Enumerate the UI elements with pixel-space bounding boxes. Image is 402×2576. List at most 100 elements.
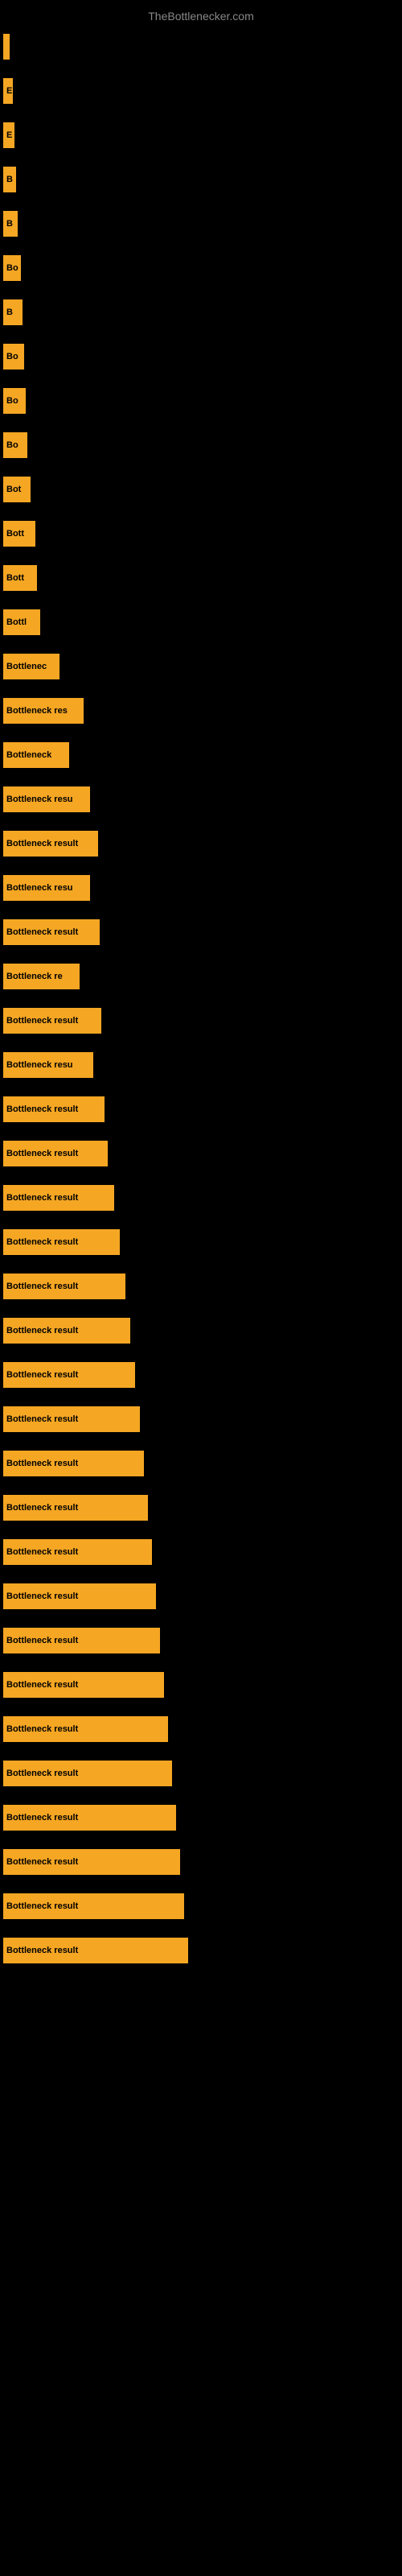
bar-row: Bot <box>0 467 402 511</box>
bar-label: B <box>6 175 13 184</box>
bar-label: Bottleneck result <box>6 1946 78 1955</box>
bar-row: E <box>0 68 402 113</box>
bar-row: Bottleneck re <box>0 954 402 998</box>
bar-label: Bo <box>6 263 18 273</box>
bar-row: Bottlenec <box>0 644 402 688</box>
bar-label: Bottl <box>6 617 27 627</box>
bar-label: Bo <box>6 396 18 406</box>
bar-label: Bottleneck result <box>6 1813 78 1823</box>
bar-label: Bottleneck result <box>6 1016 78 1026</box>
result-bar: Bo <box>3 388 26 414</box>
bar-row: Bottleneck result <box>0 1530 402 1574</box>
bar-label: Bottleneck result <box>6 1724 78 1734</box>
bar-row: B <box>0 157 402 201</box>
result-bar: B <box>3 211 18 237</box>
bar-row: Bottleneck result <box>0 1751 402 1795</box>
bar-row: Bottleneck result <box>0 821 402 865</box>
bars-container: E E B B Bo B Bo Bo Bo Bot Bott Bott Bottl Bottlenec Bo… <box>0 24 402 1972</box>
bar-row: Bottleneck result <box>0 1441 402 1485</box>
bar-label: Bottleneck result <box>6 1680 78 1690</box>
bar-label: Bottleneck resu <box>6 795 73 804</box>
result-bar: Bo <box>3 344 24 369</box>
bar-label: Bottleneck result <box>6 1282 78 1291</box>
bar-label: Bott <box>6 529 24 539</box>
bar-label: Bottleneck <box>6 750 51 760</box>
result-bar: Bottleneck result <box>3 1229 120 1255</box>
bar-row: Bottleneck result <box>0 1175 402 1220</box>
bar-row: Bottleneck result <box>0 998 402 1042</box>
result-bar: Bottlenec <box>3 654 59 679</box>
bar-label: Bottleneck resu <box>6 883 73 893</box>
bar-row: B <box>0 201 402 246</box>
result-bar: Bottleneck result <box>3 1451 144 1476</box>
bar-label: Bottleneck result <box>6 1414 78 1424</box>
bar-label: Bottleneck result <box>6 1237 78 1247</box>
bar-label: E <box>6 86 12 96</box>
result-bar: Bot <box>3 477 31 502</box>
result-bar: Bottleneck result <box>3 1893 184 1919</box>
result-bar: E <box>3 78 13 104</box>
bar-row: Bottleneck result <box>0 1574 402 1618</box>
result-bar: Bottleneck <box>3 742 69 768</box>
result-bar: Bo <box>3 432 27 458</box>
result-bar: Bott <box>3 521 35 547</box>
result-bar: Bott <box>3 565 37 591</box>
result-bar: Bottleneck resu <box>3 786 90 812</box>
result-bar: Bottleneck res <box>3 698 84 724</box>
bar-row: Bottl <box>0 600 402 644</box>
bar-row: Bottleneck result <box>0 1884 402 1928</box>
result-bar: Bottleneck result <box>3 1495 148 1521</box>
bar-row: Bo <box>0 334 402 378</box>
bar-label: B <box>6 219 13 229</box>
bar-row: Bo <box>0 423 402 467</box>
result-bar: Bottleneck result <box>3 1672 164 1698</box>
bar-label: Bottleneck result <box>6 1459 78 1468</box>
bar-label: B <box>6 308 13 317</box>
result-bar: Bottleneck result <box>3 1938 188 1963</box>
bar-row: Bottleneck result <box>0 1264 402 1308</box>
bar-label: Bottleneck result <box>6 1769 78 1778</box>
result-bar: Bottleneck resu <box>3 1052 93 1078</box>
result-bar: Bottl <box>3 609 40 635</box>
bar-row: B <box>0 290 402 334</box>
bar-row: Bottleneck res <box>0 688 402 733</box>
bar-label: Bottleneck result <box>6 1503 78 1513</box>
result-bar <box>3 34 10 60</box>
bar-label: Bottleneck result <box>6 1901 78 1911</box>
bar-row: Bottleneck result <box>0 910 402 954</box>
result-bar: Bottleneck result <box>3 1141 108 1166</box>
result-bar: Bottleneck result <box>3 1628 160 1653</box>
bar-row: Bottleneck result <box>0 1839 402 1884</box>
bar-row: Bo <box>0 378 402 423</box>
bar-row: Bottleneck result <box>0 1485 402 1530</box>
result-bar: Bottleneck result <box>3 1539 152 1565</box>
result-bar: Bottleneck result <box>3 919 100 945</box>
result-bar: Bottleneck result <box>3 1583 156 1609</box>
bar-label: Bottlenec <box>6 662 47 671</box>
bar-row: Bottleneck resu <box>0 865 402 910</box>
bar-row: E <box>0 113 402 157</box>
bar-label: Bottleneck result <box>6 1547 78 1557</box>
result-bar: Bottleneck result <box>3 1761 172 1786</box>
result-bar: Bottleneck result <box>3 1716 168 1742</box>
bar-label: Bot <box>6 485 21 494</box>
bar-label: Bottleneck result <box>6 1193 78 1203</box>
result-bar: B <box>3 299 23 325</box>
result-bar: Bottleneck resu <box>3 875 90 901</box>
bar-row: Bottleneck result <box>0 1618 402 1662</box>
result-bar: Bottleneck result <box>3 1096 105 1122</box>
bar-label: Bo <box>6 352 18 361</box>
result-bar: Bottleneck result <box>3 1362 135 1388</box>
bar-label: Bottleneck result <box>6 1326 78 1335</box>
bar-row: Bottleneck result <box>0 1087 402 1131</box>
bar-label: Bottleneck result <box>6 1857 78 1867</box>
bar-label: Bottleneck re <box>6 972 63 981</box>
result-bar: Bottleneck result <box>3 1008 101 1034</box>
bar-label: Bottleneck res <box>6 706 68 716</box>
bar-label: Bottleneck result <box>6 1149 78 1158</box>
bar-label: Bottleneck result <box>6 1370 78 1380</box>
bar-row: Bott <box>0 511 402 555</box>
result-bar: Bottleneck re <box>3 964 80 989</box>
bar-row: Bottleneck result <box>0 1352 402 1397</box>
bar-row: Bott <box>0 555 402 600</box>
